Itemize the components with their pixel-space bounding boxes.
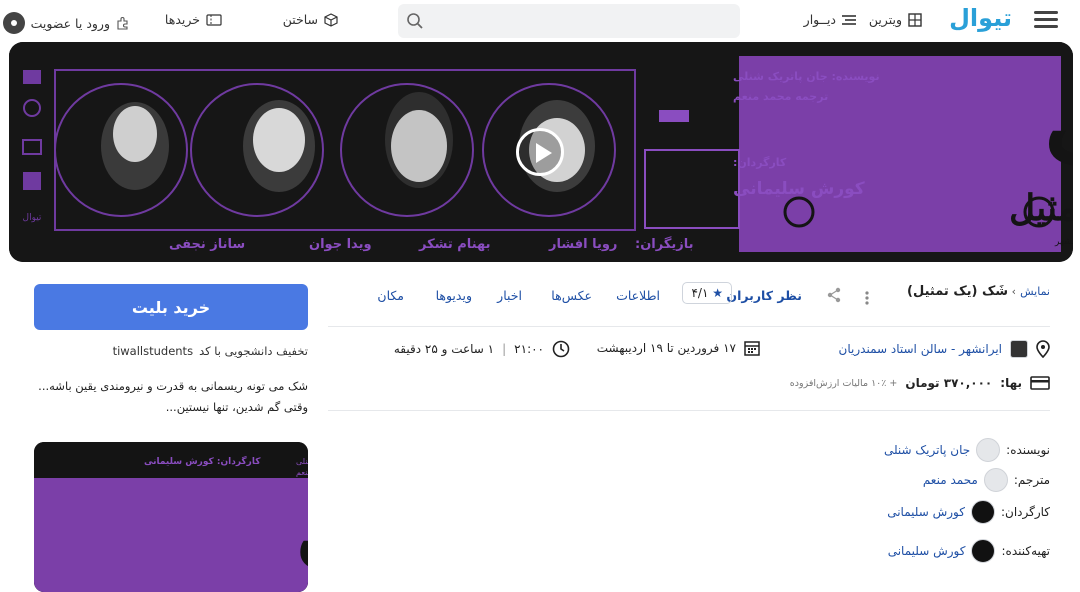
banner-writer: نویسنده: جان پاتریک شنلی xyxy=(733,70,880,83)
puzzle-icon xyxy=(117,17,128,30)
credit-row: نویسنده: جان پاتریک شنلی xyxy=(884,438,1050,462)
banner-brand: تیوال xyxy=(23,213,42,223)
date-range: ۱۷ فروردین تا ۱۹ اردیبهشت xyxy=(596,341,736,355)
price-info: بها: ۳۷۰,۰۰۰ تومان + ۱۰٪ مالیات ارزش‌افز… xyxy=(790,376,1050,390)
play-video-button[interactable] xyxy=(516,128,564,176)
student-discount: تخفیف دانشجویی با کد tiwallstudents xyxy=(34,344,308,358)
nav-login[interactable]: ورود یا عضویت xyxy=(2,12,130,34)
grid-icon xyxy=(908,12,922,27)
search-input[interactable] xyxy=(398,4,740,38)
share-icon[interactable] xyxy=(826,287,842,303)
banner-cast-4: ساناز نجفی xyxy=(169,237,245,252)
poster-title: شک xyxy=(296,482,308,588)
banner-subtitle: یک تمثیل xyxy=(1009,187,1073,229)
discount-code: tiwallstudents xyxy=(112,344,194,358)
show-time: ۲۱:۰۰ xyxy=(514,342,544,356)
tab-location[interactable]: مکان xyxy=(377,288,404,303)
venue-link[interactable]: ایرانشهر - سالن استاد سمندریان xyxy=(839,342,1002,356)
show-duration: ۱ ساعت و ۲۵ دقیقه xyxy=(393,342,495,356)
banner-translator: ترجمه محمد منعم xyxy=(733,90,828,103)
price-value: ۳۷۰,۰۰۰ تومان xyxy=(905,376,993,390)
nav-kharid-label: خریدها xyxy=(164,12,200,27)
venue-logo-icon xyxy=(1010,340,1028,358)
tab-videos[interactable]: ویدیوها xyxy=(436,288,472,303)
banner-cast-label: بازیگران: xyxy=(635,236,694,252)
user-avatar-icon[interactable] xyxy=(2,12,25,34)
credit-name[interactable]: جان پاتریک شنلی xyxy=(884,443,970,457)
nav-vitrin-label: ویترین xyxy=(868,12,902,27)
tab-info[interactable]: اطلاعات xyxy=(616,288,660,303)
credit-name[interactable]: محمد منعم xyxy=(923,473,978,487)
banner-cast-3: ویدا جوان xyxy=(309,237,372,252)
person-avatar[interactable] xyxy=(983,468,1008,492)
event-title-row: نمایش › شَک (یک تمثیل) xyxy=(907,284,1050,299)
nav-sakhtan[interactable]: ساختن xyxy=(283,12,338,27)
nav-divar-label: دیــوار xyxy=(803,12,836,27)
time-separator: | xyxy=(502,342,507,356)
banner-cast-1: رویا افشار xyxy=(548,237,617,252)
banner-director-name: کورش سلیمانی xyxy=(733,179,865,199)
credit-role: مترجم: xyxy=(1013,473,1050,487)
nav-sakhtan-label: ساختن xyxy=(282,12,318,27)
nav-vitrin[interactable]: ویترین xyxy=(869,12,922,27)
event-description: شک می تونه ریسمانی به قدرت و نیرومندی یق… xyxy=(38,379,308,414)
event-banner: شک یک تمثیل فروردین و اردیبهشت ۱۴۰۴ | سا… xyxy=(9,42,1073,262)
nav-login-label: ورود یا عضویت xyxy=(30,15,110,31)
poster-director: کارگردان: کورش سلیمانی xyxy=(144,455,261,467)
location-pin-icon xyxy=(1036,340,1050,358)
time-info: ۲۱:۰۰ | ۱ ساعت و ۲۵ دقیقه xyxy=(394,340,570,358)
credit-name[interactable]: کورش سلیمانی xyxy=(887,505,965,519)
rating-badge[interactable]: ★ ۴/۱ xyxy=(682,282,732,304)
search-icon xyxy=(407,13,423,29)
site-logo[interactable]: تیوال xyxy=(949,4,1012,32)
discount-text: تخفیف دانشجویی با کد xyxy=(199,344,308,358)
banner-cast-2: بهنام تشکر xyxy=(418,237,490,252)
cube-icon xyxy=(324,12,338,27)
date-info: ۱۷ فروردین تا ۱۹ اردیبهشت xyxy=(597,340,760,356)
tab-news[interactable]: اخبار xyxy=(497,288,522,303)
venue-info: ایرانشهر - سالن استاد سمندریان xyxy=(839,340,1050,358)
rating-value: ۴/۱ xyxy=(691,286,709,300)
breadcrumb-chevron-icon: › xyxy=(1008,285,1016,298)
credit-name[interactable]: کورش سلیمانی xyxy=(888,544,966,558)
credit-role: نویسنده: xyxy=(1006,443,1050,457)
more-options-icon[interactable] xyxy=(864,290,870,306)
person-avatar[interactable] xyxy=(971,539,996,563)
poster-translator: ترجمه: محمد منعم xyxy=(296,468,308,477)
credit-row: تهیه‌کننده: کورش سلیمانی xyxy=(888,539,1050,563)
banner-dates: فروردین و اردیبهشت ۱۴۰۴ | سالن استاد سمن… xyxy=(1054,237,1073,247)
ticket-icon xyxy=(206,13,222,26)
page-title: شَک (یک تمثیل) xyxy=(907,284,1009,299)
price-label: بها: xyxy=(1000,376,1022,390)
menu-icon[interactable] xyxy=(1034,11,1058,29)
credit-card-icon xyxy=(1030,376,1050,390)
price-tax-note: + ۱۰٪ مالیات ارزش‌افزوده xyxy=(789,377,898,389)
nav-kharidha[interactable]: خریدها xyxy=(165,12,222,27)
star-icon: ★ xyxy=(708,286,723,300)
divider xyxy=(328,410,1050,411)
nav-divar[interactable]: دیــوار xyxy=(804,12,856,27)
list-icon xyxy=(842,14,856,25)
credit-role: کارگردان: xyxy=(1000,505,1050,519)
top-navbar: تیوال ویترین دیــوار ساختن خریدها ورود ی… xyxy=(0,0,1080,42)
breadcrumb[interactable]: نمایش xyxy=(1020,285,1050,298)
calendar-icon xyxy=(744,341,760,356)
rating-label[interactable]: نظر کاربران xyxy=(726,288,802,303)
person-avatar[interactable] xyxy=(970,500,995,524)
divider xyxy=(328,326,1050,327)
clock-icon xyxy=(552,340,570,358)
banner-director-label: کارگردان: xyxy=(733,156,787,169)
credit-row: کارگردان: کورش سلیمانی xyxy=(887,500,1050,524)
buy-ticket-button[interactable]: خرید بلیت xyxy=(34,284,308,330)
poster-writer: نویسنده: جان پاتریک شنلی xyxy=(296,457,308,466)
event-poster[interactable]: شک نویسنده: جان پاتریک شنلی ترجمه: محمد … xyxy=(34,442,308,592)
person-avatar[interactable] xyxy=(976,438,1001,462)
credit-role: تهیه‌کننده: xyxy=(1001,544,1050,558)
banner-title: شک xyxy=(1044,62,1073,185)
purchase-sidebar: خرید بلیت تخفیف دانشجویی با کد tiwallstu… xyxy=(34,284,308,418)
credit-row: مترجم: محمد منعم xyxy=(923,468,1050,492)
tab-photos[interactable]: عکس‌ها xyxy=(551,288,592,303)
